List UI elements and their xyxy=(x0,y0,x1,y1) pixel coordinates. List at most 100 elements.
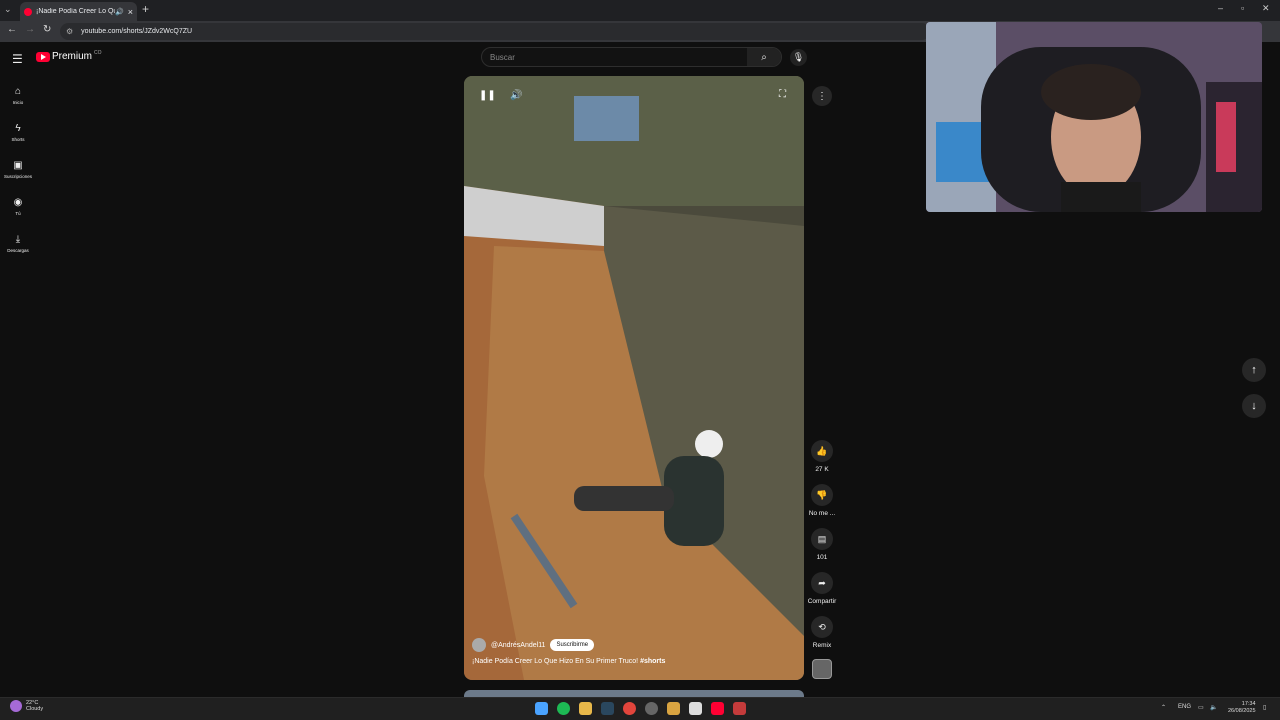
home-icon: ⌂ xyxy=(14,86,22,97)
short-video-player[interactable]: ❚❚ 🔊 ⛶ @AndrésAndel11 Suscribirme ¡Nadie… xyxy=(464,76,804,680)
sound-thumbnail[interactable] xyxy=(812,659,832,679)
thumbs-up-icon: 👍 xyxy=(811,440,833,462)
subscriptions-icon: ▣ xyxy=(13,160,23,171)
weather-icon xyxy=(10,700,22,712)
remix-label: Remix xyxy=(812,642,832,649)
channel-avatar[interactable] xyxy=(472,638,486,652)
youtube-favicon-icon xyxy=(24,7,32,16)
hamburger-menu-icon[interactable]: ☰ xyxy=(12,52,23,66)
reload-icon[interactable]: ↻ xyxy=(43,24,51,35)
sidebar-item-tu[interactable]: ◉ Tú xyxy=(0,188,36,225)
tab-title: ¡Nadie Podía Creer Lo Que xyxy=(36,8,116,15)
new-tab-icon[interactable]: + xyxy=(142,2,149,16)
short-title[interactable]: ¡Nadie Podía Creer Lo Que Hizo En Su Pri… xyxy=(472,658,665,665)
forward-icon[interactable]: → xyxy=(25,24,35,35)
chrome-icon[interactable] xyxy=(623,702,636,715)
fullscreen-icon[interactable]: ⛶ xyxy=(779,89,786,100)
streamer-webcam-image xyxy=(926,22,1262,212)
sidebar-item-label: Inicio xyxy=(12,100,24,105)
notes-icon[interactable] xyxy=(667,702,680,715)
sidebar: ⌂ Inicio ϟ Shorts ▣ Suscripciones ◉ Tú ⤓… xyxy=(0,77,36,262)
speaker-icon[interactable]: 🔈 xyxy=(1210,704,1217,711)
clock-date: 26/08/2025 xyxy=(1228,708,1256,714)
share-icon: ➦ xyxy=(811,572,833,594)
sidebar-item-inicio[interactable]: ⌂ Inicio xyxy=(0,77,36,114)
video-frame-skatepark xyxy=(464,76,804,680)
sidebar-item-descargas[interactable]: ⤓ Descargas xyxy=(0,225,36,262)
youtube-play-icon xyxy=(36,51,50,62)
windows-start-icon[interactable] xyxy=(535,702,548,715)
arrow-up-icon: ↑ xyxy=(1251,364,1257,376)
mic-icon: 🎙 xyxy=(792,52,805,62)
sidebar-item-label: Descargas xyxy=(7,248,29,253)
search-button[interactable]: ⌕ xyxy=(747,48,781,66)
dislike-label: No me ... xyxy=(808,510,836,517)
clock-time: 17:34 xyxy=(1241,701,1256,707)
channel-name[interactable]: @AndrésAndel11 xyxy=(491,642,545,649)
pause-icon[interactable]: ❚❚ xyxy=(479,90,496,101)
notifications-icon[interactable]: ▯ xyxy=(1263,704,1266,711)
weather-widget[interactable]: 22°C Cloudy xyxy=(10,700,43,712)
app-icon[interactable] xyxy=(645,702,658,715)
subscribe-button[interactable]: Suscribirme xyxy=(550,639,595,651)
comments-button[interactable]: ▤ 101 xyxy=(806,528,838,561)
sidebar-item-shorts[interactable]: ϟ Shorts xyxy=(0,114,36,151)
logo-text: Premium xyxy=(52,51,93,62)
steam-icon[interactable] xyxy=(601,702,614,715)
search-box[interactable]: Buscar ⌕ xyxy=(481,47,782,67)
site-info-icon[interactable]: ⚙ xyxy=(66,27,73,36)
like-count: 27 K xyxy=(815,466,829,473)
input-language[interactable]: ENG xyxy=(1178,704,1191,710)
sidebar-item-suscripciones[interactable]: ▣ Suscripciones xyxy=(0,151,36,188)
previous-short-button[interactable]: ↑ xyxy=(1242,358,1266,382)
minimize-icon[interactable]: – xyxy=(1218,3,1223,13)
logo-country: CO xyxy=(94,49,102,56)
like-button[interactable]: 👍 27 K xyxy=(806,440,838,473)
thumbs-down-icon: 👎 xyxy=(811,484,833,506)
comment-icon: ▤ xyxy=(811,528,833,550)
url-text: youtube.com/shorts/JZdv2WcQ7ZU xyxy=(81,28,193,35)
download-icon: ⤓ xyxy=(15,234,21,245)
youtube-app-icon[interactable] xyxy=(711,702,724,715)
short-title-text: ¡Nadie Podía Creer Lo Que Hizo En Su Pri… xyxy=(472,658,641,665)
calendar-icon[interactable] xyxy=(733,702,746,715)
remix-button[interactable]: ⟲ Remix xyxy=(806,616,838,649)
more-options-button[interactable]: ⋮ xyxy=(812,86,832,106)
comment-count: 101 xyxy=(816,554,828,561)
youtube-logo[interactable]: Premium CO xyxy=(36,49,102,62)
next-short-button[interactable]: ↓ xyxy=(1242,394,1266,418)
store-icon[interactable] xyxy=(689,702,702,715)
more-vert-icon: ⋮ xyxy=(817,90,827,102)
sidebar-item-label: Shorts xyxy=(11,137,25,142)
voice-search-button[interactable]: 🎙 xyxy=(790,49,807,66)
share-label: Compartir xyxy=(807,598,837,605)
sidebar-item-label: Suscripciones xyxy=(3,174,32,179)
sidebar-item-label: Tú xyxy=(15,211,21,216)
audio-playing-icon[interactable]: 🔊 xyxy=(115,8,124,16)
dislike-button[interactable]: 👎 No me ... xyxy=(806,484,838,517)
search-input[interactable]: Buscar xyxy=(482,53,747,62)
spotify-icon[interactable] xyxy=(557,702,570,715)
hashtag-link[interactable]: #shorts xyxy=(640,658,665,665)
close-window-icon[interactable]: ✕ xyxy=(1262,3,1270,14)
restore-icon[interactable]: ▫ xyxy=(1241,3,1244,13)
share-button[interactable]: ➦ Compartir xyxy=(806,572,838,605)
browser-tab-active[interactable]: ¡Nadie Podía Creer Lo Que 🔊 × xyxy=(20,2,137,21)
webcam-overlay xyxy=(926,22,1262,212)
windows-taskbar: 22°C Cloudy ⌃ ENG ▭ 🔈 17:34 26/08/2025 ▯ xyxy=(0,697,1280,720)
shorts-icon: ϟ xyxy=(15,123,21,134)
url-field[interactable]: ⚙ youtube.com/shorts/JZdv2WcQ7ZU xyxy=(60,23,930,40)
file-explorer-icon[interactable] xyxy=(579,702,592,715)
arrow-down-icon: ↓ xyxy=(1251,400,1257,412)
remix-icon: ⟲ xyxy=(811,616,833,638)
tab-close-icon[interactable]: × xyxy=(128,7,133,17)
clock[interactable]: 17:34 26/08/2025 xyxy=(1228,701,1256,715)
tray-chevron-icon[interactable]: ⌃ xyxy=(1161,704,1166,711)
account-icon: ◉ xyxy=(13,197,23,208)
back-icon[interactable]: ← xyxy=(7,24,17,35)
tab-search-icon[interactable]: ⌄ xyxy=(4,4,12,15)
search-icon: ⌕ xyxy=(761,51,767,63)
weather-desc: Cloudy xyxy=(26,706,44,712)
display-icon[interactable]: ▭ xyxy=(1198,704,1204,711)
volume-icon[interactable]: 🔊 xyxy=(510,90,522,101)
